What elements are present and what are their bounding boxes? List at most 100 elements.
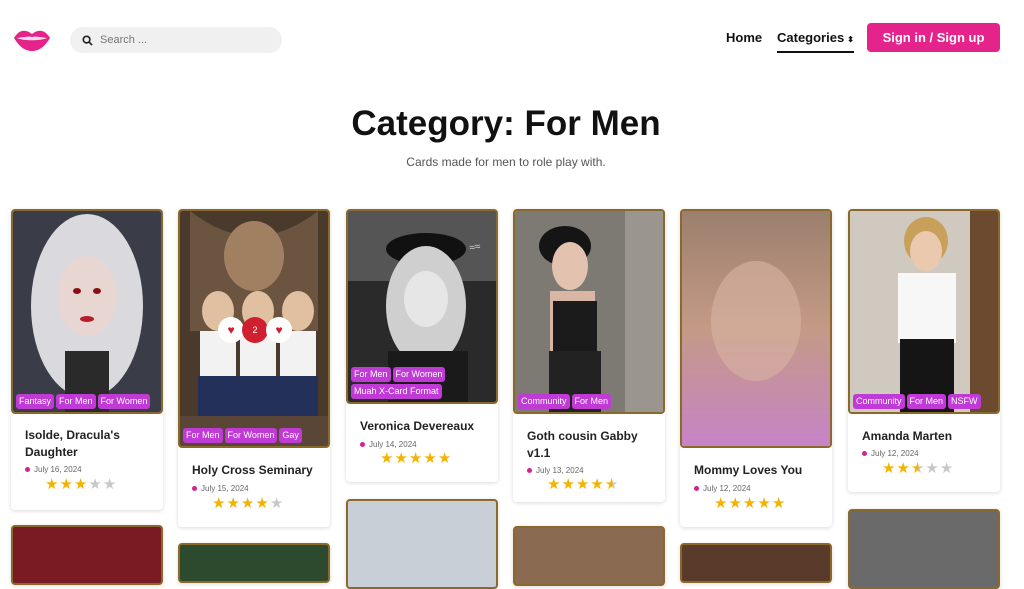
star-icon: ★ — [380, 450, 395, 467]
tag-badge[interactable]: Fantasy — [16, 394, 55, 409]
card-title[interactable]: Holy Cross Seminary — [192, 462, 322, 479]
tag-badge[interactable]: Gay — [279, 428, 302, 443]
tag-badge[interactable]: Community — [518, 394, 570, 409]
card-date: July 14, 2024 — [360, 440, 417, 449]
calendar-dot-icon — [527, 468, 532, 473]
character-card[interactable]: Community For Men NSFW Amanda Marten Jul… — [848, 209, 1000, 492]
star-icon: ★ — [269, 495, 285, 512]
character-card[interactable]: ♥ 2 ♥ For Men For Women Gay Holy Cross S… — [178, 209, 330, 527]
search-icon — [82, 34, 93, 46]
star-icon: ★ — [742, 495, 758, 512]
signin-button[interactable]: Sign in / Sign up — [867, 23, 1000, 52]
calendar-dot-icon — [360, 442, 365, 447]
star-icon: ★ — [423, 450, 438, 467]
card-image[interactable]: ≈≈ For Men For Women Muah X-Card Format — [346, 209, 498, 404]
character-card[interactable] — [680, 543, 832, 583]
tag-badge[interactable]: For Men — [56, 394, 96, 409]
star-icon: ★ — [437, 450, 453, 467]
star-icon: ★ — [226, 495, 241, 512]
calendar-dot-icon — [694, 486, 699, 491]
star-icon: ★ — [59, 476, 74, 493]
tag-badge[interactable]: Muah X-Card Format — [351, 384, 442, 399]
character-card[interactable]: Mommy Loves You July 12, 2024 ★★★★★ — [680, 209, 832, 527]
card-image[interactable] — [680, 209, 832, 448]
card-date-text: July 13, 2024 — [536, 466, 584, 475]
tag-badge[interactable]: For Women — [97, 394, 151, 409]
card-date-text: July 14, 2024 — [369, 440, 417, 449]
lips-logo-icon[interactable] — [12, 26, 52, 52]
card-date-text: July 15, 2024 — [201, 484, 249, 493]
card-image[interactable] — [513, 526, 665, 586]
star-icon: ★ — [561, 476, 576, 493]
star-icon: ★ — [590, 476, 605, 493]
character-card[interactable] — [848, 509, 1000, 589]
tag-badge[interactable]: For Women — [392, 367, 446, 382]
tag-badge[interactable]: For Women — [224, 428, 278, 443]
tag-badge[interactable]: For Men — [571, 394, 612, 409]
character-card[interactable]: ≈≈ For Men For Women Muah X-Card Format … — [346, 209, 498, 482]
star-icon: ★ — [604, 476, 620, 493]
star-icon: ★ — [394, 450, 409, 467]
star-icon: ★ — [771, 495, 787, 512]
site-header: Home Categories⬍ Sign in / Sign up — [0, 0, 1024, 76]
card-image[interactable] — [178, 543, 330, 583]
calendar-dot-icon — [25, 467, 30, 472]
star-icon: ★ — [547, 476, 562, 493]
star-rating: ★★★★★ — [882, 461, 954, 476]
card-title[interactable]: Amanda Marten — [862, 428, 992, 445]
tag-badge[interactable]: NSFW — [948, 394, 981, 409]
nav-categories-label: Categories — [777, 30, 845, 45]
card-image[interactable] — [11, 525, 163, 585]
card-title[interactable]: Goth cousin Gabby v1.1 — [527, 428, 657, 462]
character-card[interactable]: Community For Men Goth cousin Gabby v1.1… — [513, 209, 665, 502]
card-date: July 15, 2024 — [192, 484, 249, 493]
character-card[interactable] — [11, 525, 163, 585]
star-rating: ★★★★★ — [714, 496, 786, 511]
chevron-updown-icon: ⬍ — [847, 35, 854, 44]
character-card[interactable] — [178, 543, 330, 583]
page-subtitle: Cards made for men to role play with. — [406, 155, 606, 169]
star-icon: ★ — [255, 495, 270, 512]
dislike-button[interactable]: ♥ — [218, 317, 244, 343]
star-icon: ★ — [728, 495, 743, 512]
nav-categories-dropdown[interactable]: Categories ⬍ — [777, 30, 854, 53]
character-card[interactable]: Fantasy For Men For Women Isolde, Dracul… — [11, 209, 163, 510]
nav-home-link[interactable]: Home — [726, 30, 762, 45]
card-image[interactable]: Fantasy For Men For Women — [11, 209, 163, 414]
tag-badge[interactable]: For Men — [183, 428, 223, 443]
like-button[interactable]: ♥ — [266, 317, 292, 343]
page-title: Category: For Men — [351, 104, 661, 143]
card-image[interactable]: Community For Men — [513, 209, 665, 414]
star-icon: ★ — [88, 476, 103, 493]
card-date: July 16, 2024 — [25, 465, 82, 474]
card-image[interactable] — [848, 509, 1000, 589]
card-date: July 12, 2024 — [862, 449, 919, 458]
card-title[interactable]: Mommy Loves You — [694, 462, 824, 479]
card-date: July 12, 2024 — [694, 484, 751, 493]
card-image[interactable]: Community For Men NSFW — [848, 209, 1000, 414]
tag-list: Community For Men — [518, 394, 663, 409]
tag-list: For Men For Women Gay — [183, 428, 328, 443]
tag-badge[interactable]: For Men — [351, 367, 391, 382]
star-rating: ★★★★★ — [45, 477, 117, 492]
star-icon: ★ — [408, 450, 424, 467]
card-date-text: July 12, 2024 — [703, 484, 751, 493]
search-bar[interactable] — [70, 27, 282, 53]
star-rating: ★★★★★ — [380, 451, 452, 466]
star-icon: ★ — [939, 460, 955, 477]
calendar-dot-icon — [862, 451, 867, 456]
card-title[interactable]: Veronica Devereaux — [360, 418, 490, 435]
star-icon: ★ — [757, 495, 772, 512]
tag-badge[interactable]: Community — [853, 394, 905, 409]
star-rating: ★★★★★ — [212, 496, 284, 511]
like-count-badge: 2 — [242, 317, 268, 343]
star-icon: ★ — [73, 476, 89, 493]
card-title[interactable]: Isolde, Dracula's Daughter — [25, 427, 155, 461]
star-icon: ★ — [925, 460, 940, 477]
search-input[interactable] — [100, 34, 270, 46]
card-image[interactable]: ♥ 2 ♥ For Men For Women Gay — [178, 209, 330, 448]
card-image[interactable] — [680, 543, 832, 583]
tag-list: For Men For Women Muah X-Card Format — [351, 367, 481, 399]
character-card[interactable] — [513, 526, 665, 586]
tag-badge[interactable]: For Men — [906, 394, 947, 409]
